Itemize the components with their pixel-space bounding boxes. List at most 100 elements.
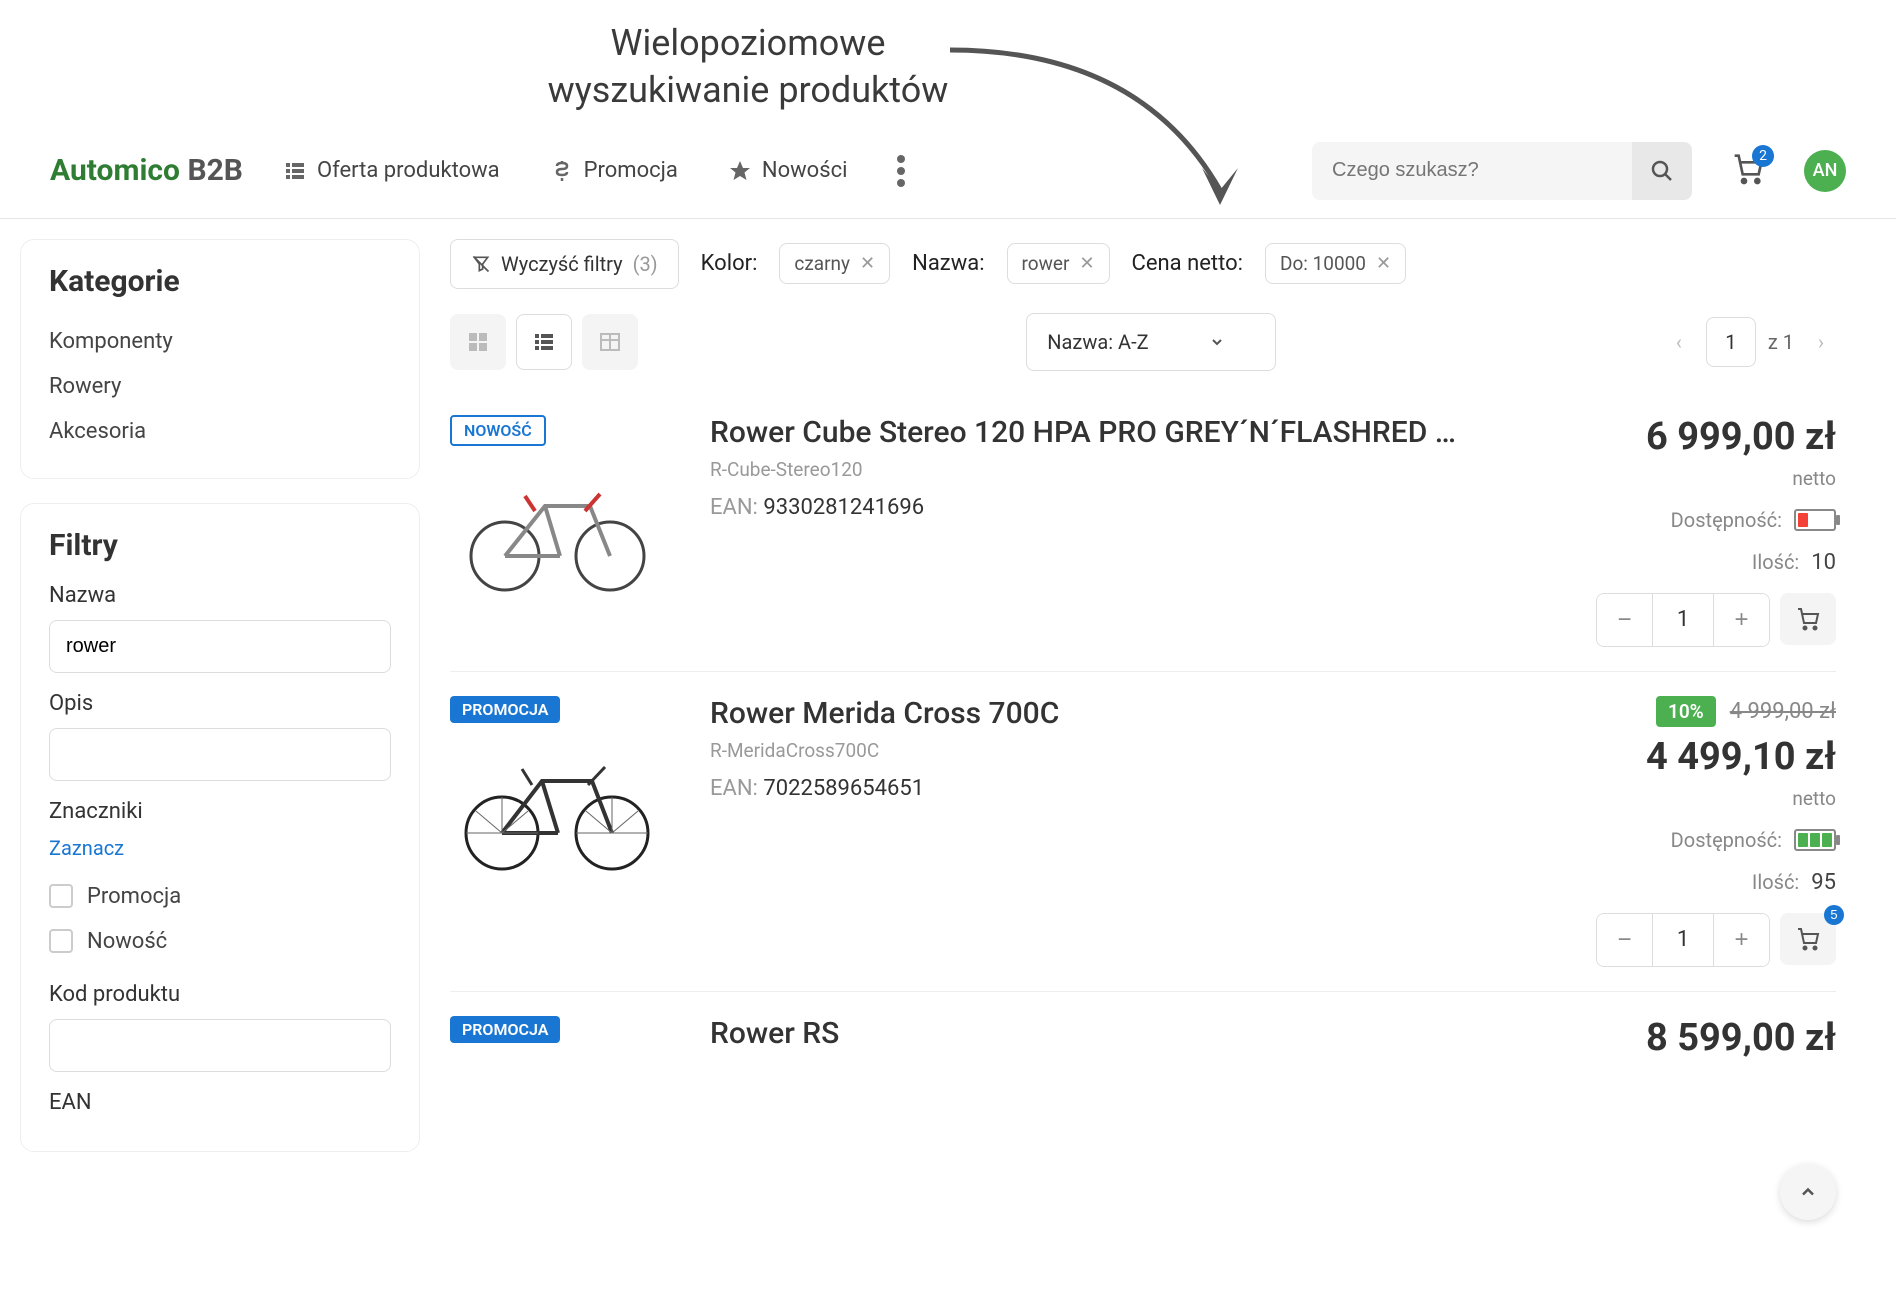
filter-price-key: Cena netto: xyxy=(1132,251,1243,276)
checkbox-promo[interactable]: Promocja xyxy=(49,874,391,919)
search-button[interactable] xyxy=(1632,142,1692,200)
ean-label: EAN: xyxy=(710,495,758,520)
product-title[interactable]: Rower RS xyxy=(710,1016,1526,1051)
filter-code-input[interactable] xyxy=(49,1019,391,1072)
sort-select[interactable]: Nazwa: A-Z xyxy=(1026,313,1275,371)
filter-color-key: Kolor: xyxy=(701,251,758,276)
dollar-icon xyxy=(550,159,574,183)
old-price: 4 999,00 zł xyxy=(1730,699,1836,724)
pagination: ‹ 1 z 1 › xyxy=(1664,317,1836,367)
cart-icon xyxy=(1796,607,1820,631)
clear-filters-count: (3) xyxy=(633,252,658,276)
add-to-cart-button[interactable]: 5 xyxy=(1780,913,1836,965)
filter-name-input[interactable] xyxy=(49,620,391,673)
table-icon xyxy=(598,330,622,354)
scroll-to-top-button[interactable] xyxy=(1780,1164,1836,1220)
category-item[interactable]: Akcesoria xyxy=(49,409,391,454)
checkbox-new[interactable]: Nowość xyxy=(49,919,391,964)
add-to-cart-button[interactable] xyxy=(1780,593,1836,645)
add-cart-badge: 5 xyxy=(1824,905,1844,925)
ean-value: 7022589654651 xyxy=(763,776,924,801)
user-avatar[interactable]: AN xyxy=(1804,150,1846,192)
qty-increase[interactable]: + xyxy=(1713,914,1769,966)
categories-panel: Kategorie Komponenty Rowery Akcesoria xyxy=(20,239,420,479)
view-list-button[interactable] xyxy=(516,314,572,370)
filter-name-key: Nazwa: xyxy=(912,251,984,276)
view-grid-button[interactable] xyxy=(450,314,506,370)
product-image[interactable] xyxy=(450,456,660,596)
filter-code-label: Kod produktu xyxy=(49,982,391,1007)
filter-chip-name[interactable]: rower ✕ xyxy=(1007,243,1110,284)
logo-text-a: Automico xyxy=(50,153,180,188)
product-badge-promo: PROMOCJA xyxy=(450,696,560,723)
checkbox-icon xyxy=(49,884,73,908)
grid-list-icon xyxy=(283,159,307,183)
filter-chip-color[interactable]: czarny ✕ xyxy=(779,243,890,284)
availability-indicator-low xyxy=(1794,509,1836,531)
annotation-arrow xyxy=(940,40,1300,220)
page-prev[interactable]: ‹ xyxy=(1664,327,1694,357)
product-sku: R-MeridaCross700C xyxy=(710,739,1526,762)
search-icon xyxy=(1650,159,1674,183)
close-icon: ✕ xyxy=(860,253,875,274)
product-row: PROMOCJA Rower RS 8 599,00 zł xyxy=(450,992,1836,1084)
product-title[interactable]: Rower Merida Cross 700C xyxy=(710,696,1526,731)
active-filters-bar: Wyczyść filtry (3) Kolor: czarny ✕ Nazwa… xyxy=(450,239,1836,289)
nav-news[interactable]: Nowości xyxy=(728,158,848,183)
clear-filters-button[interactable]: Wyczyść filtry (3) xyxy=(450,239,679,289)
checkbox-new-label: Nowość xyxy=(87,929,167,954)
qty-decrease[interactable]: − xyxy=(1597,914,1653,966)
nav-promo[interactable]: Promocja xyxy=(550,158,678,183)
product-title[interactable]: Rower Cube Stereo 120 HPA PRO GREY´N´FLA… xyxy=(710,415,1526,450)
view-table-button[interactable] xyxy=(582,314,638,370)
clear-filters-label: Wyczyść filtry xyxy=(501,252,623,276)
qty-label: Ilość: xyxy=(1752,870,1799,894)
product-row: NOWOŚĆ Rower Cube Stereo 120 HPA PRO GRE… xyxy=(450,391,1836,672)
category-item[interactable]: Komponenty xyxy=(49,319,391,364)
toolbar: Nazwa: A-Z ‹ 1 z 1 › xyxy=(450,313,1836,371)
filters-panel: Filtry Nazwa Opis Znaczniki Zaznacz Prom… xyxy=(20,503,420,1152)
qty-value: 95 xyxy=(1811,870,1836,895)
chip-name-value: rower xyxy=(1022,252,1070,275)
annotation-line2: wyszukiwanie produktów xyxy=(548,69,949,111)
product-badge-new: NOWOŚĆ xyxy=(450,415,546,446)
page-of: z 1 xyxy=(1768,330,1794,354)
qty-input[interactable]: 1 xyxy=(1653,914,1713,966)
clear-filter-icon xyxy=(471,254,491,274)
chip-price-value: Do: 10000 xyxy=(1280,252,1366,275)
availability-label: Dostępność: xyxy=(1671,508,1782,532)
qty-label: Ilość: xyxy=(1752,550,1799,574)
mark-all-link[interactable]: Zaznacz xyxy=(49,836,391,860)
qty-increase[interactable]: + xyxy=(1713,594,1769,646)
product-image[interactable] xyxy=(450,733,660,873)
category-item[interactable]: Rowery xyxy=(49,364,391,409)
list-icon xyxy=(532,330,556,354)
page-next[interactable]: › xyxy=(1806,327,1836,357)
qty-input[interactable]: 1 xyxy=(1653,594,1713,646)
filter-chip-price[interactable]: Do: 10000 ✕ xyxy=(1265,243,1406,284)
chevron-up-icon xyxy=(1798,1182,1818,1202)
chip-color-value: czarny xyxy=(794,252,850,275)
product-row: PROMOCJA Rower Merida Cross 700C R xyxy=(450,672,1836,992)
product-price: 6 999,00 zł xyxy=(1556,415,1836,459)
qty-decrease[interactable]: − xyxy=(1597,594,1653,646)
filter-desc-label: Opis xyxy=(49,691,391,716)
discount-badge: 10% xyxy=(1656,696,1716,727)
logo[interactable]: Automico B2B xyxy=(50,153,243,188)
product-badge-promo: PROMOCJA xyxy=(450,1016,560,1043)
nav-more-menu[interactable] xyxy=(897,155,905,187)
quantity-stepper: − 1 + xyxy=(1596,913,1770,967)
header-cart[interactable]: 2 xyxy=(1732,153,1764,189)
nav-offer-label: Oferta produktowa xyxy=(317,158,500,183)
qty-value: 10 xyxy=(1811,550,1836,575)
chevron-down-icon xyxy=(1209,334,1225,350)
annotation-callout: Wielopoziomowe wyszukiwanie produktów xyxy=(0,20,1696,114)
filters-title: Filtry xyxy=(49,528,391,563)
sort-label: Nazwa: A-Z xyxy=(1047,330,1148,354)
filter-ean-label: EAN xyxy=(49,1090,391,1115)
filter-desc-input[interactable] xyxy=(49,728,391,781)
nav-offer[interactable]: Oferta produktowa xyxy=(283,158,500,183)
availability-indicator-high xyxy=(1794,829,1836,851)
close-icon: ✕ xyxy=(1079,253,1094,274)
search-input[interactable] xyxy=(1312,159,1632,182)
